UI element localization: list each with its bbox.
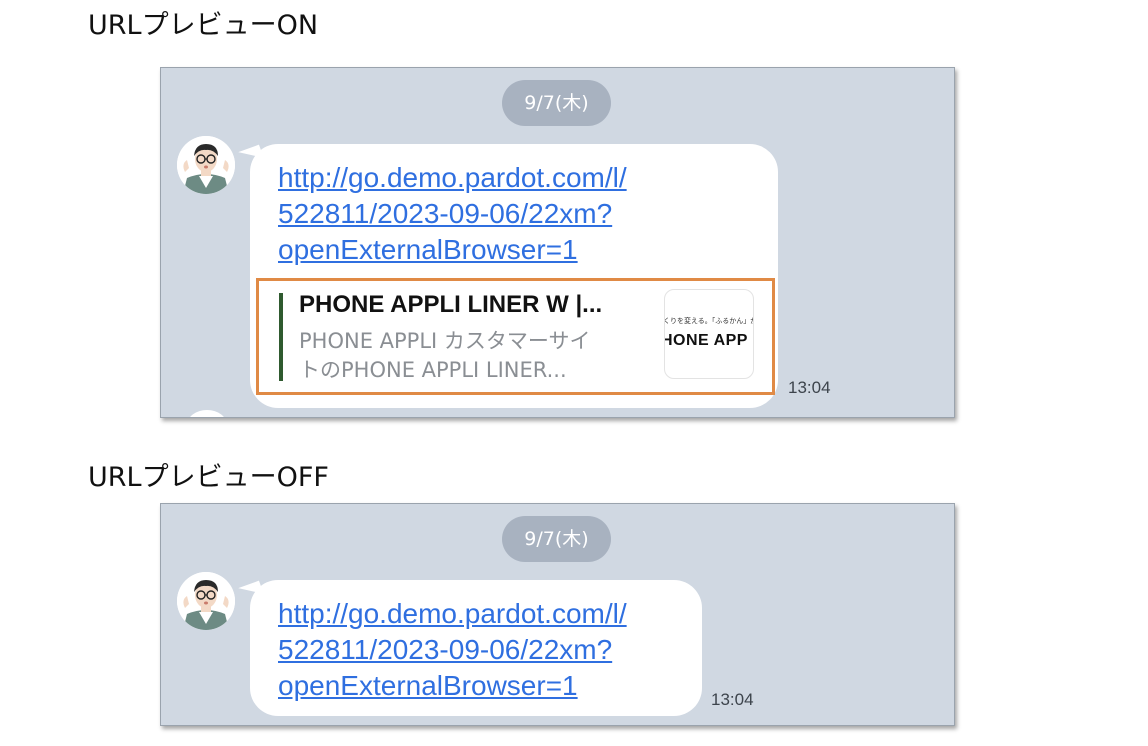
url-line: http://go.demo.pardot.com/l/ <box>278 598 627 629</box>
thumbnail-caption: くりを変える。「ふるかん」が変 <box>664 317 753 325</box>
message-link[interactable]: http://go.demo.pardot.com/l/ 522811/2023… <box>278 596 627 704</box>
url-preview-card[interactable]: PHONE APPLI LINER W |... PHONE APPLI カスタ… <box>256 278 775 395</box>
preview-description: PHONE APPLI カスタマーサイ トのPHONE APPLI LINER.… <box>299 327 635 385</box>
url-line: 522811/2023-09-06/22xm? <box>278 634 613 665</box>
bubble-tail <box>238 144 264 166</box>
thumbnail-logo-text: HONE APP <box>664 332 748 349</box>
avatar-icon[interactable] <box>177 572 235 630</box>
preview-title: PHONE APPLI LINER W |... <box>299 291 603 318</box>
chat-panel-preview-on: 9/7(木) http://go.demo.pardot.com/l/ 5228… <box>160 67 955 418</box>
url-line: http://go.demo.pardot.com/l/ <box>278 162 627 193</box>
bubble-tail <box>238 580 264 602</box>
preview-description-line: PHONE APPLI カスタマーサイ <box>299 329 591 353</box>
url-line: openExternalBrowser=1 <box>278 234 578 265</box>
message-link[interactable]: http://go.demo.pardot.com/l/ 522811/2023… <box>278 160 627 268</box>
chat-panel-preview-off: 9/7(木) http://go.demo.pardot.com/l/ 5228… <box>160 503 955 726</box>
date-separator: 9/7(木) <box>502 516 611 562</box>
date-separator: 9/7(木) <box>502 80 611 126</box>
section-title-preview-on: URLプレビューON <box>88 10 319 41</box>
url-line: 522811/2023-09-06/22xm? <box>278 198 613 229</box>
preview-accent-bar <box>279 293 283 381</box>
message-bubble: http://go.demo.pardot.com/l/ 522811/2023… <box>238 580 702 716</box>
url-line: openExternalBrowser=1 <box>278 670 578 701</box>
message-time: 13:04 <box>788 378 831 397</box>
avatar-icon[interactable] <box>177 136 235 194</box>
next-avatar-partial <box>187 410 227 417</box>
section-title-preview-off: URLプレビューOFF <box>88 462 329 493</box>
message-bubble-with-preview: http://go.demo.pardot.com/l/ 522811/2023… <box>238 144 778 408</box>
message-time: 13:04 <box>711 690 754 709</box>
preview-thumbnail: くりを変える。「ふるかん」が変 HONE APP <box>664 289 754 379</box>
preview-description-line: トのPHONE APPLI LINER... <box>299 358 567 382</box>
